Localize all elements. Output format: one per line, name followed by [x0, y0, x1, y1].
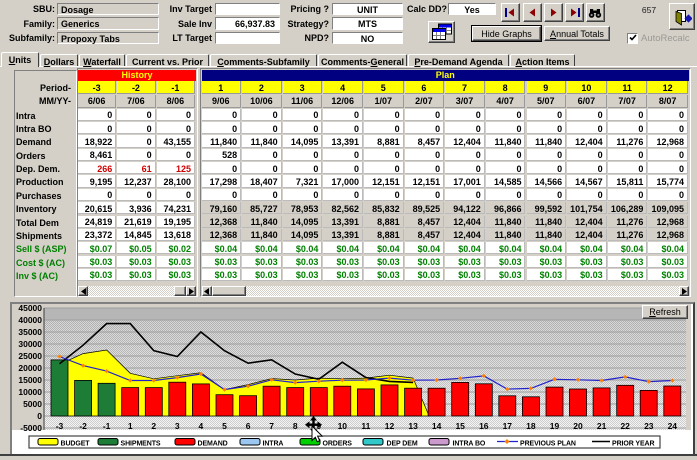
svg-text:-1: -1 — [103, 421, 111, 431]
svg-text:21: 21 — [597, 421, 607, 431]
svg-text:0: 0 — [37, 411, 42, 421]
svg-text:ORDERS: ORDERS — [323, 441, 353, 448]
svg-text:16: 16 — [479, 421, 489, 431]
svg-text:20000: 20000 — [18, 363, 42, 373]
svg-text:1: 1 — [128, 421, 133, 431]
svg-text:PREVIOUS PLAN: PREVIOUS PLAN — [520, 441, 576, 448]
svg-text:17: 17 — [503, 421, 513, 431]
svg-text:13: 13 — [408, 421, 418, 431]
svg-text:5: 5 — [222, 421, 227, 431]
svg-text:INTRA: INTRA — [263, 441, 284, 448]
svg-text:3: 3 — [175, 421, 180, 431]
svg-text:15: 15 — [455, 421, 465, 431]
svg-text:10000: 10000 — [18, 387, 42, 397]
svg-text:7: 7 — [269, 421, 274, 431]
svg-text:BUDGET: BUDGET — [61, 441, 91, 448]
svg-text:11: 11 — [361, 421, 370, 431]
svg-text:14: 14 — [432, 421, 442, 431]
svg-text:23: 23 — [644, 421, 654, 431]
svg-text:22: 22 — [620, 421, 630, 431]
svg-text:-3: -3 — [56, 421, 64, 431]
svg-text:PRIOR YEAR: PRIOR YEAR — [612, 441, 654, 448]
svg-text:-2: -2 — [79, 421, 87, 431]
svg-text:INTRA BO: INTRA BO — [453, 441, 486, 448]
svg-text:40000: 40000 — [18, 315, 42, 325]
svg-text:DEP DEM: DEP DEM — [387, 441, 418, 448]
svg-text:45000: 45000 — [18, 304, 42, 313]
svg-text:2: 2 — [151, 421, 156, 431]
svg-text:8: 8 — [293, 421, 298, 431]
svg-text:10: 10 — [338, 421, 348, 431]
svg-text:30000: 30000 — [18, 339, 42, 349]
svg-text:SHIPMENTS: SHIPMENTS — [121, 441, 161, 448]
svg-text:6: 6 — [246, 421, 251, 431]
svg-text:15000: 15000 — [18, 375, 42, 385]
svg-text:24: 24 — [668, 421, 678, 431]
svg-text:18: 18 — [526, 421, 536, 431]
svg-text:19: 19 — [550, 421, 560, 431]
svg-text:4: 4 — [199, 421, 204, 431]
svg-text:35000: 35000 — [18, 327, 42, 337]
svg-text:20: 20 — [573, 421, 583, 431]
svg-text:-5000: -5000 — [20, 423, 42, 433]
svg-text:DEMAND: DEMAND — [198, 441, 228, 448]
svg-text:5000: 5000 — [23, 399, 42, 409]
svg-text:25000: 25000 — [18, 351, 42, 361]
svg-text:12: 12 — [385, 421, 395, 431]
